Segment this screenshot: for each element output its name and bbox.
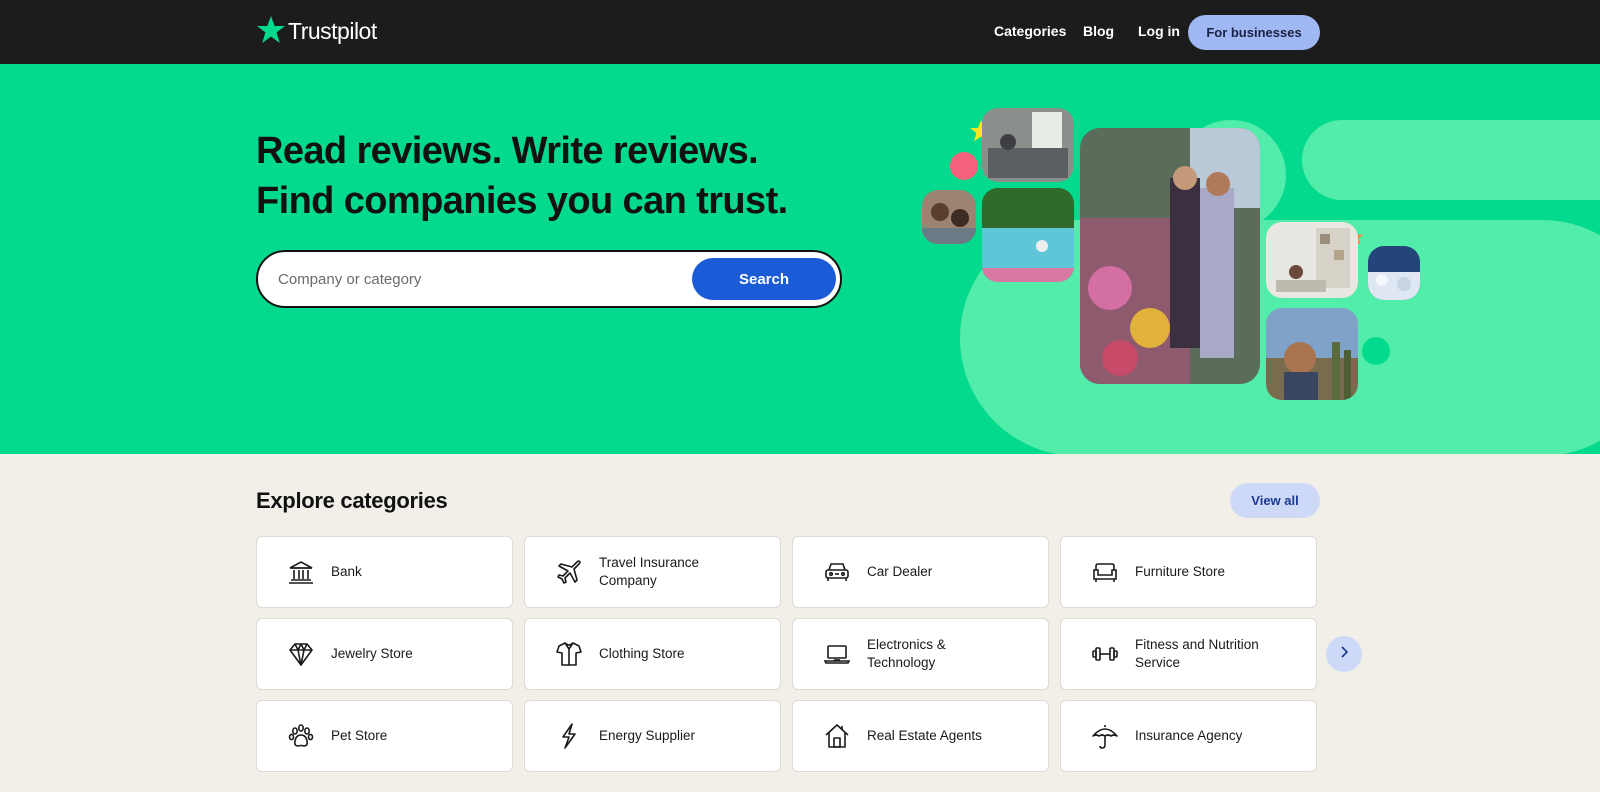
category-label: Fitness and Nutrition Service [1135, 637, 1259, 670]
category-card-jewelry-store[interactable]: Jewelry Store [256, 618, 513, 690]
category-card-real-estate[interactable]: Real Estate Agents [792, 700, 1049, 772]
category-card-bank[interactable]: Bank [256, 536, 513, 608]
view-all-button[interactable]: View all [1230, 483, 1320, 518]
category-card-furniture-store[interactable]: Furniture Store [1060, 536, 1317, 608]
photo-living-room [982, 108, 1074, 182]
photo-family [922, 190, 976, 244]
category-card-fitness-nutrition[interactable]: Fitness and Nutrition Service [1060, 618, 1317, 690]
category-label: Electronics & Technology [867, 637, 946, 670]
photo-selfie [1266, 308, 1358, 400]
car-icon [823, 558, 851, 586]
category-card-clothing-store[interactable]: Clothing Store [524, 618, 781, 690]
lightning-icon [555, 722, 583, 750]
category-card-energy-supplier[interactable]: Energy Supplier [524, 700, 781, 772]
category-label: Clothing Store [599, 646, 685, 661]
category-grid: Bank Travel Insurance Company Car Dealer… [256, 536, 1320, 772]
airplane-icon [555, 558, 583, 586]
umbrella-icon [1091, 722, 1119, 750]
category-card-car-dealer[interactable]: Car Dealer [792, 536, 1049, 608]
category-label: Energy Supplier [599, 728, 696, 743]
photo-pool [982, 188, 1074, 282]
category-label: Insurance Agency [1135, 728, 1243, 743]
category-card-insurance-agency[interactable]: Insurance Agency [1060, 700, 1317, 772]
nav-login-link[interactable]: Log in [1138, 23, 1180, 39]
category-label: Car Dealer [867, 564, 933, 579]
photo-flower-shop [1080, 128, 1260, 384]
dumbbell-icon [1091, 640, 1119, 668]
decor-pill-top [1302, 120, 1600, 200]
house-icon [823, 722, 851, 750]
category-card-pet-store[interactable]: Pet Store [256, 700, 513, 772]
diamond-icon [287, 640, 315, 668]
trustpilot-logo[interactable]: Trustpilot [256, 14, 377, 45]
headline-line-1: Read reviews. Write reviews. [256, 130, 759, 172]
logo-text: Trustpilot [288, 18, 377, 44]
category-label: Travel Insurance Company [599, 555, 700, 588]
bank-icon [287, 558, 315, 586]
category-label: Furniture Store [1135, 564, 1226, 579]
next-categories-button[interactable] [1326, 636, 1362, 672]
top-navigation-bar: Trustpilot Categories Blog Log in For bu… [0, 0, 1600, 64]
category-label: Jewelry Store [331, 646, 413, 661]
hero-headline: Read reviews. Write reviews. Find compan… [256, 126, 788, 226]
category-label: Real Estate Agents [867, 728, 982, 743]
decor-pink-dot [950, 152, 978, 180]
category-label: Bank [331, 564, 362, 579]
star-logo-icon [256, 15, 286, 45]
shirt-icon [555, 640, 583, 668]
photo-home-office [1266, 222, 1358, 298]
laptop-icon [823, 640, 851, 668]
category-card-electronics[interactable]: Electronics & Technology [792, 618, 1049, 690]
search-input[interactable] [278, 265, 678, 293]
paw-icon [287, 722, 315, 750]
nav-categories-link[interactable]: Categories [994, 23, 1066, 39]
sofa-icon [1091, 558, 1119, 586]
photo-snow-landscape [1368, 246, 1420, 300]
chevron-right-icon [1336, 644, 1352, 665]
for-businesses-button[interactable]: For businesses [1188, 15, 1320, 50]
search-button[interactable]: Search [692, 258, 836, 300]
category-label: Pet Store [331, 728, 388, 743]
explore-categories-heading: Explore categories [256, 488, 448, 513]
category-card-travel-insurance[interactable]: Travel Insurance Company [524, 536, 781, 608]
nav-blog-link[interactable]: Blog [1083, 23, 1114, 39]
search-bar: Search [256, 250, 842, 308]
headline-line-2: Find companies you can trust. [256, 180, 788, 222]
decor-green-dot [1362, 337, 1390, 365]
hero-section: Read reviews. Write reviews. Find compan… [0, 64, 1600, 454]
